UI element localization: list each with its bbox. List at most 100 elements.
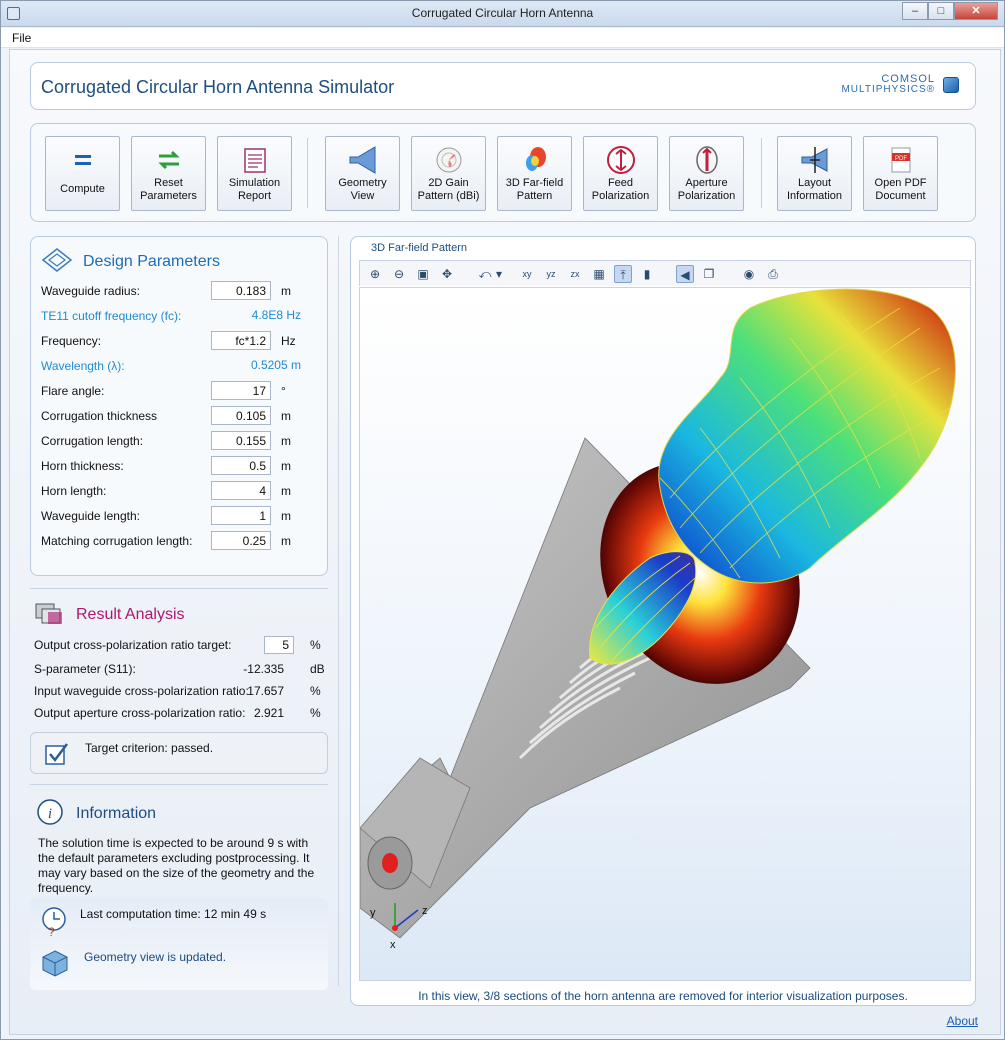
design-param-input[interactable]: 0.155 [211,431,271,450]
about-link[interactable]: About [947,1014,978,1028]
design-param-row: Horn length: 4 m [41,481,301,501]
design-param-label: Corrugation length: [41,434,144,448]
design-param-row: Matching corrugation length: 0.25 m [41,531,301,551]
output-xpol-row: Output aperture cross-polarization ratio… [34,706,321,720]
design-param-unit: ° [281,384,286,398]
geometry-status: Geometry view is updated. [84,950,227,964]
status-box: ? Last computation time: 12 min 49 s Geo… [30,898,328,990]
design-param-unit: m [281,434,291,448]
app-title: Corrugated Circular Horn Antenna Simulat… [41,77,395,97]
design-param-input[interactable]: 0.25 [211,531,271,550]
2d-gain-pattern-button[interactable]: 2D Gain Pattern (dBi) [411,136,486,211]
compute-icon [75,155,91,165]
aperture-polarization-button[interactable]: Aperture Polarization [669,136,744,211]
design-param-row: Flare angle: 17 ° [41,381,301,401]
minimize-button[interactable]: – [902,2,928,20]
checkbox-checked-icon [45,743,68,765]
color-legend-icon[interactable]: ▮ [638,265,656,283]
view-xy-icon[interactable]: xy [518,265,536,283]
xpol-target-input[interactable]: 5 [264,636,294,654]
layout-icon [801,147,828,173]
compute-button[interactable]: Compute [45,136,120,211]
app-window: Corrugated Circular Horn Antenna – □ ✕ F… [0,0,1005,1040]
design-param-value: 0.5205 m [250,358,301,372]
maximize-button[interactable]: □ [928,2,954,20]
geometry-cube-icon [42,950,68,977]
3d-viewport[interactable]: y z x [359,287,971,981]
simulation-report-button[interactable]: Simulation Report [217,136,292,211]
open-pdf-document-button[interactable]: PDF Open PDF Document [863,136,938,211]
print-icon[interactable]: ⎙ [764,265,782,283]
layout-information-button[interactable]: Layout Information [777,136,852,211]
design-param-label: Matching corrugation length: [41,534,193,548]
port-field [382,853,398,873]
grid-icon[interactable]: ▦ [590,265,608,283]
design-param-label: Wavelength (λ): [41,359,125,373]
info-icon: i [37,799,63,825]
menu-file[interactable]: File [12,31,31,45]
design-param-row: Waveguide radius: 0.183 m [41,281,301,301]
camera-icon[interactable]: ◉ [740,265,758,283]
report-icon [244,148,266,173]
reset-parameters-button[interactable]: Reset Parameters [131,136,206,211]
zoom-extents-icon[interactable]: ✥ [438,265,456,283]
axis-x-label: x [390,939,396,951]
chevron-down-icon[interactable]: ▾ [494,265,504,283]
geometry-horn-icon [349,146,376,174]
design-param-label: Horn thickness: [41,459,124,473]
design-param-label: TE11 cutoff frequency (fc): [41,309,182,323]
axis-y-label: y [370,907,376,919]
comsol-logo: COMSOL MULTIPHYSICS® [831,73,961,97]
app-content: Corrugated Circular Horn Antenna Simulat… [9,49,1001,1035]
design-param-unit: m [281,484,291,498]
target-criterion-box: Target criterion: passed. [30,732,328,774]
design-param-input[interactable]: 0.183 [211,281,271,300]
axis-z-label: z [422,905,428,917]
transparency-icon[interactable]: ❐ [700,265,718,283]
design-param-label: Waveguide radius: [41,284,140,298]
clock-question-icon: ? [42,907,66,936]
window-title: Corrugated Circular Horn Antenna [411,6,594,20]
graphics-panel: 3D Far-field Pattern ⊕ ⊖ ▣ ✥ ⤺ ▾ xy yz z… [350,236,976,1006]
design-param-unit: m [281,409,291,423]
view-yz-icon[interactable]: yz [542,265,560,283]
menu-bar: File [1,28,1004,48]
design-param-input[interactable]: 4 [211,481,271,500]
scene-light-icon[interactable]: ◀ [676,265,694,283]
design-param-input[interactable]: 0.105 [211,406,271,425]
s11-row: S-parameter (S11): -12.335 dB [34,662,325,676]
view-axis-icon[interactable]: ⤺ [476,265,494,283]
graphics-caption: In this view, 3/8 sections of the horn a… [418,989,908,1003]
feed-polarization-button[interactable]: Feed Polarization [583,136,658,211]
graphics-title: 3D Far-field Pattern [371,242,467,254]
last-computation-time: Last computation time: 12 min 49 s [80,907,267,921]
header-panel: Corrugated Circular Horn Antenna Simulat… [30,62,976,110]
design-parameters-title: Design Parameters [83,253,220,270]
target-criterion-text: Target criterion: passed. [85,741,214,755]
design-param-input[interactable]: 0.5 [211,456,271,475]
section-divider [30,784,328,785]
ribbon-toolbar: Compute Reset Parameters Simulation Repo… [30,123,976,222]
3d-far-field-pattern-button[interactable]: 3D Far-field Pattern [497,136,572,211]
design-param-unit: m [281,509,291,523]
design-param-input[interactable]: 17 [211,381,271,400]
design-parameters-panel: Design Parameters Waveguide radius: 0.183… [30,236,328,576]
close-button[interactable]: ✕ [954,2,998,20]
zoom-box-icon[interactable]: ▣ [414,265,432,283]
design-parameters-icon [41,248,73,272]
result-analysis-icon [35,603,62,624]
design-param-label: Corrugation thickness [41,409,158,423]
axis-orientation-icon[interactable]: ⤒ [614,265,632,283]
design-param-input[interactable]: fc*1.2 [211,331,271,350]
zoom-out-icon[interactable]: ⊖ [390,265,408,283]
view-zx-icon[interactable]: zx [566,265,584,283]
main-lobe [658,288,956,584]
design-param-row: Frequency: fc*1.2 Hz [41,331,301,351]
geometry-view-button[interactable]: Geometry View [325,136,400,211]
design-param-row: Corrugation thickness 0.105 m [41,406,301,426]
design-param-label: Flare angle: [41,384,105,398]
zoom-in-icon[interactable]: ⊕ [366,265,384,283]
information-title: Information [76,805,157,822]
design-param-input[interactable]: 1 [211,506,271,525]
information-text: The solution time is expected to be arou… [38,836,315,895]
